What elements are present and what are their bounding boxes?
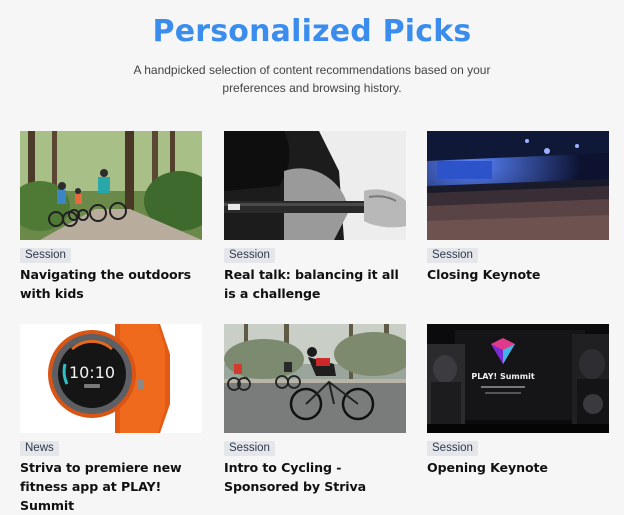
content-type-badge: Session (427, 248, 478, 263)
watch-time-text: 10:10 (69, 363, 115, 382)
card-image[interactable] (224, 131, 406, 240)
card-title[interactable]: Opening Keynote (427, 458, 612, 477)
barbell-lifter-image (224, 131, 406, 240)
card-title[interactable]: Striva to premiere new fitness app at PL… (20, 458, 205, 515)
content-type-badge: Session (427, 441, 478, 456)
play-summit-stage-image: PLAY! Summit (427, 324, 609, 433)
card-title[interactable]: Real talk: balancing it all is a challen… (224, 265, 409, 303)
pick-card[interactable]: Session Navigating the outdoors with kid… (20, 131, 202, 301)
keynote-audience-image (427, 131, 609, 240)
card-image[interactable]: 10:10 (20, 324, 202, 433)
content-type-badge: News (20, 441, 59, 456)
content-type-badge: Session (20, 248, 71, 263)
page-title: Personalized Picks (152, 14, 472, 49)
content-type-badge: Session (224, 248, 275, 263)
card-title[interactable]: Closing Keynote (427, 265, 612, 284)
road-cyclists-image (224, 324, 406, 433)
pick-card[interactable]: PLAY! Summit Session Opening Keynote (427, 324, 609, 475)
screen-brand-text: PLAY! Summit (471, 372, 534, 381)
page-subtitle: A handpicked selection of content recomm… (133, 63, 491, 95)
orange-smartwatch-image: 10:10 (20, 324, 202, 433)
card-image[interactable] (224, 324, 406, 433)
pick-card[interactable]: 10:10 News Striva to premiere new fitnes… (20, 324, 202, 513)
pick-card[interactable]: Session Real talk: balancing it all is a… (224, 131, 406, 301)
family-cycling-image (20, 131, 202, 240)
card-title[interactable]: Navigating the outdoors with kids (20, 265, 205, 303)
card-image[interactable]: PLAY! Summit (427, 324, 609, 433)
pick-card[interactable]: Session Closing Keynote (427, 131, 609, 282)
card-image[interactable] (427, 131, 609, 240)
content-type-badge: Session (224, 441, 275, 456)
card-title[interactable]: Intro to Cycling - Sponsored by Striva (224, 458, 409, 496)
pick-card[interactable]: Session Intro to Cycling - Sponsored by … (224, 324, 406, 494)
card-image[interactable] (20, 131, 202, 240)
